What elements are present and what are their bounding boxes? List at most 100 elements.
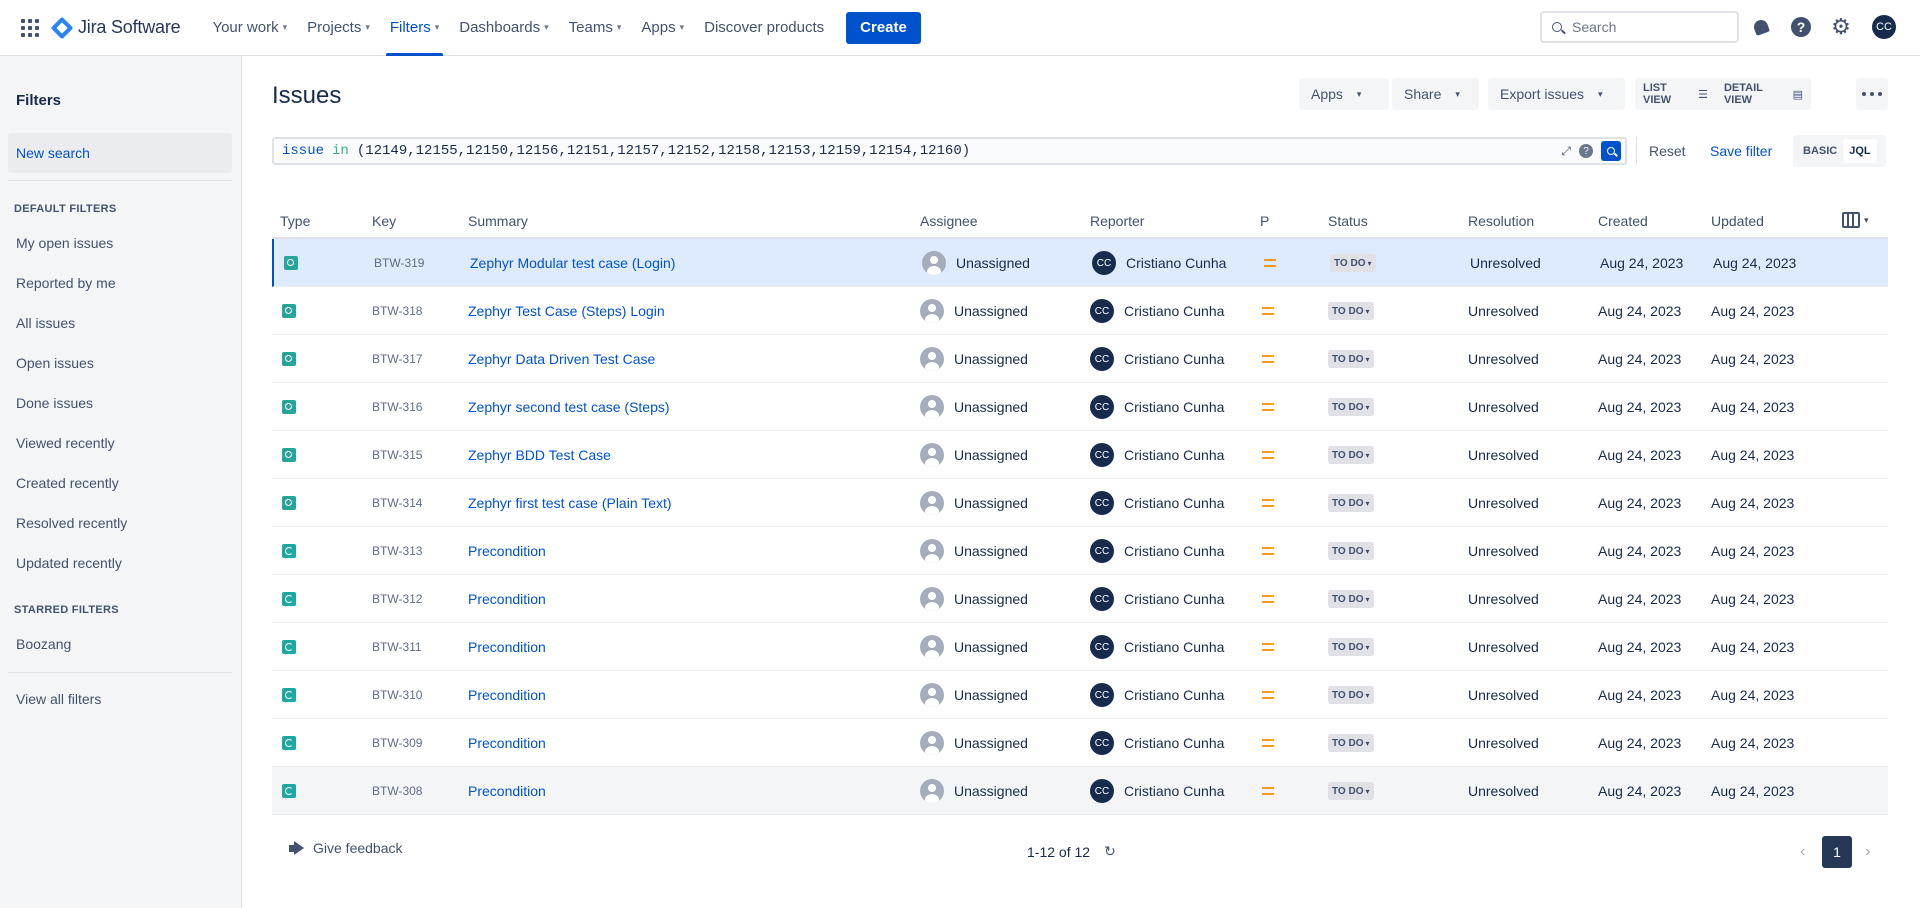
- status-dropdown[interactable]: TO DO ▾: [1328, 350, 1374, 368]
- table-row[interactable]: BTW-311 Precondition Unassigned CC Cristiano…: [272, 623, 1888, 671]
- previous-page-button[interactable]: ‹: [1800, 843, 1805, 861]
- table-row[interactable]: BTW-318 Zephyr Test Case (Steps) Login Una…: [272, 287, 1888, 335]
- create-button[interactable]: Create: [846, 11, 921, 44]
- reporter-cell[interactable]: CC Cristiano Cunha: [1090, 527, 1224, 575]
- issue-summary-link[interactable]: Precondition: [468, 623, 546, 671]
- issue-summary-link[interactable]: Zephyr BDD Test Case: [468, 431, 611, 479]
- sidebar-item-all-issues[interactable]: All issues: [16, 315, 75, 331]
- table-row[interactable]: BTW-312 Precondition Unassigned CC Cristiano…: [272, 575, 1888, 623]
- sidebar-item-new-search[interactable]: New search: [8, 133, 232, 173]
- reset-button[interactable]: Reset: [1649, 143, 1686, 159]
- status-dropdown[interactable]: TO DO ▾: [1328, 590, 1374, 608]
- status-dropdown[interactable]: TO DO ▾: [1328, 638, 1374, 656]
- issue-key[interactable]: BTW-313: [372, 527, 422, 575]
- issue-key[interactable]: BTW-317: [372, 335, 422, 383]
- column-type[interactable]: Type: [280, 213, 310, 229]
- sidebar-item-open-issues[interactable]: Open issues: [16, 355, 94, 371]
- assignee-cell[interactable]: Unassigned: [920, 671, 1028, 719]
- assignee-cell[interactable]: Unassigned: [920, 575, 1028, 623]
- assignee-cell[interactable]: Unassigned: [922, 239, 1030, 287]
- give-feedback-button[interactable]: Give feedback: [287, 840, 403, 856]
- reporter-cell[interactable]: CC Cristiano Cunha: [1090, 767, 1224, 815]
- column-assignee[interactable]: Assignee: [920, 213, 978, 229]
- jql-search-button[interactable]: [1601, 141, 1621, 161]
- sidebar-item-resolved-recently[interactable]: Resolved recently: [16, 515, 127, 531]
- column-summary[interactable]: Summary: [468, 213, 528, 229]
- column-key[interactable]: Key: [372, 213, 396, 229]
- reporter-cell[interactable]: CC Cristiano Cunha: [1090, 575, 1224, 623]
- table-row[interactable]: BTW-310 Precondition Unassigned CC Cristiano…: [272, 671, 1888, 719]
- nav-projects[interactable]: Projects ▾: [297, 0, 380, 56]
- apps-button[interactable]: Apps ▾: [1299, 78, 1389, 110]
- table-row[interactable]: BTW-319 Zephyr Modular test case (Login) U…: [272, 239, 1888, 287]
- page-1-button[interactable]: 1: [1822, 836, 1852, 868]
- nav-dashboards[interactable]: Dashboards ▾: [449, 0, 558, 56]
- table-row[interactable]: BTW-308 Precondition Unassigned CC Cristiano…: [272, 767, 1888, 815]
- column-created[interactable]: Created: [1598, 213, 1648, 229]
- reporter-cell[interactable]: CC Cristiano Cunha: [1090, 431, 1224, 479]
- assignee-cell[interactable]: Unassigned: [920, 527, 1028, 575]
- reporter-cell[interactable]: CC Cristiano Cunha: [1090, 287, 1224, 335]
- reporter-cell[interactable]: CC Cristiano Cunha: [1092, 239, 1226, 287]
- notifications-button[interactable]: [1749, 15, 1773, 39]
- status-dropdown[interactable]: TO DO ▾: [1328, 686, 1374, 704]
- reporter-cell[interactable]: CC Cristiano Cunha: [1090, 671, 1224, 719]
- issue-summary-link[interactable]: Zephyr second test case (Steps): [468, 383, 670, 431]
- next-page-button[interactable]: ›: [1865, 843, 1870, 861]
- issue-key[interactable]: BTW-315: [372, 431, 422, 479]
- column-reporter[interactable]: Reporter: [1090, 213, 1144, 229]
- issue-key[interactable]: BTW-309: [372, 719, 422, 767]
- app-switcher-icon[interactable]: [16, 14, 44, 42]
- status-dropdown[interactable]: TO DO ▾: [1328, 494, 1374, 512]
- table-row[interactable]: BTW-313 Precondition Unassigned CC Cristiano…: [272, 527, 1888, 575]
- assignee-cell[interactable]: Unassigned: [920, 623, 1028, 671]
- issue-key[interactable]: BTW-319: [374, 239, 424, 287]
- status-dropdown[interactable]: TO DO ▾: [1328, 398, 1374, 416]
- table-row[interactable]: BTW-316 Zephyr second test case (Steps) Un…: [272, 383, 1888, 431]
- basic-mode-button[interactable]: BASIC: [1797, 139, 1843, 163]
- jql-help-icon[interactable]: ?: [1579, 144, 1593, 158]
- table-row[interactable]: BTW-309 Precondition Unassigned CC Cristiano…: [272, 719, 1888, 767]
- reporter-cell[interactable]: CC Cristiano Cunha: [1090, 479, 1224, 527]
- assignee-cell[interactable]: Unassigned: [920, 479, 1028, 527]
- sidebar-item-view-all-filters[interactable]: View all filters: [16, 691, 101, 707]
- issue-summary-link[interactable]: Zephyr Modular test case (Login): [470, 239, 675, 287]
- list-view-button[interactable]: LIST VIEW ☰: [1635, 78, 1716, 110]
- nav-teams[interactable]: Teams ▾: [559, 0, 632, 56]
- issue-summary-link[interactable]: Precondition: [468, 575, 546, 623]
- reporter-cell[interactable]: CC Cristiano Cunha: [1090, 335, 1224, 383]
- assignee-cell[interactable]: Unassigned: [920, 335, 1028, 383]
- status-dropdown[interactable]: TO DO ▾: [1328, 782, 1374, 800]
- reporter-cell[interactable]: CC Cristiano Cunha: [1090, 383, 1224, 431]
- sidebar-item-my-open-issues[interactable]: My open issues: [16, 235, 113, 251]
- expand-icon[interactable]: ⤢: [1561, 144, 1571, 159]
- profile-button[interactable]: CC: [1872, 15, 1896, 39]
- jql-mode-button[interactable]: JQL: [1843, 139, 1877, 163]
- assignee-cell[interactable]: Unassigned: [920, 383, 1028, 431]
- sidebar-item-boozang[interactable]: Boozang: [16, 636, 71, 652]
- assignee-cell[interactable]: Unassigned: [920, 431, 1028, 479]
- table-row[interactable]: BTW-317 Zephyr Data Driven Test Case Unass…: [272, 335, 1888, 383]
- nav-filters[interactable]: Filters ▾: [380, 0, 449, 56]
- table-row[interactable]: BTW-315 Zephyr BDD Test Case Unassigned CC C…: [272, 431, 1888, 479]
- issue-summary-link[interactable]: Zephyr Data Driven Test Case: [468, 335, 655, 383]
- status-dropdown[interactable]: TO DO ▾: [1328, 302, 1374, 320]
- column-priority[interactable]: P: [1260, 213, 1269, 229]
- share-button[interactable]: Share ▾: [1392, 78, 1479, 110]
- jira-logo[interactable]: Jira Software: [50, 16, 181, 39]
- issue-summary-link[interactable]: Precondition: [468, 767, 546, 815]
- issue-key[interactable]: BTW-312: [372, 575, 422, 623]
- sidebar-item-created-recently[interactable]: Created recently: [16, 475, 119, 491]
- issue-key[interactable]: BTW-314: [372, 479, 422, 527]
- nav-your-work[interactable]: Your work ▾: [202, 0, 297, 56]
- issue-summary-link[interactable]: Precondition: [468, 719, 546, 767]
- reporter-cell[interactable]: CC Cristiano Cunha: [1090, 623, 1224, 671]
- status-dropdown[interactable]: TO DO ▾: [1328, 446, 1374, 464]
- issue-key[interactable]: BTW-310: [372, 671, 422, 719]
- nav-discover-products[interactable]: Discover products: [694, 0, 834, 56]
- jql-input[interactable]: issue in (12149,12155,12150,12156,12151,…: [272, 137, 1627, 165]
- more-actions-button[interactable]: [1856, 78, 1888, 110]
- nav-apps[interactable]: Apps ▾: [631, 0, 694, 56]
- global-search-input[interactable]: Search: [1540, 11, 1739, 43]
- column-resolution[interactable]: Resolution: [1468, 213, 1534, 229]
